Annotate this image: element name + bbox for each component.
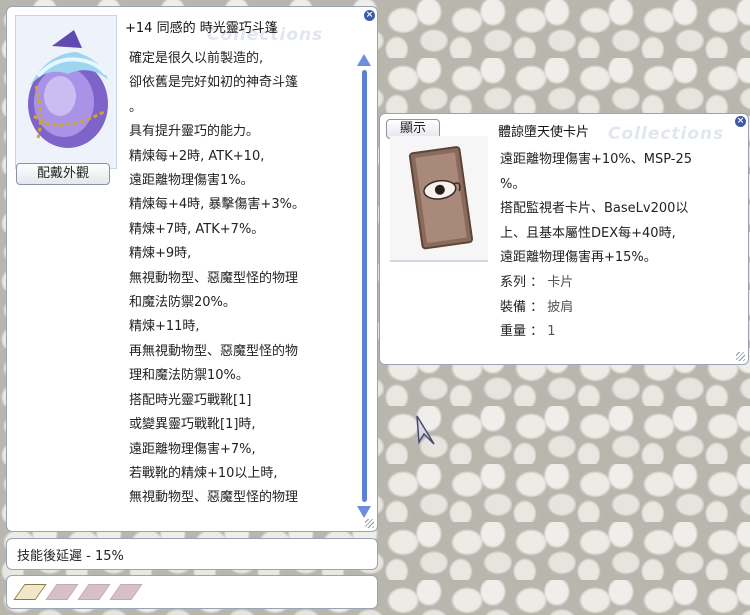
extra-effect-panel: 技能後延遲 - 15% xyxy=(6,538,378,570)
description-line: 精煉+9時, xyxy=(129,246,192,262)
description-line: 確定是很久以前製造的, xyxy=(129,51,264,66)
description-line: 精煉每+2時, ATK+10, xyxy=(129,148,265,164)
property-label: 系列 xyxy=(500,274,527,290)
property-value: 卡片 xyxy=(547,274,574,290)
description-line: 搭配監視者卡片、BaseLv200以 xyxy=(500,201,689,217)
property-row: 重量 ： 1 xyxy=(500,324,556,340)
empty-slot[interactable] xyxy=(77,584,111,600)
description-line: 卻依舊是完好如初的神奇斗篷 xyxy=(129,75,299,91)
cloak-icon xyxy=(28,30,108,148)
description-line: 。 xyxy=(129,99,143,115)
close-icon[interactable]: × xyxy=(735,116,746,127)
scroll-down-icon[interactable] xyxy=(357,506,371,518)
card-info-window: Collections 顯示 體諒墮天使卡片 × 遠距離物理傷害+10%、MSP… xyxy=(379,113,749,365)
description-line: 上、且基本屬性DEX每+40時, xyxy=(500,225,676,241)
description-line: 遠距離物理傷害+10%、MSP-25 xyxy=(500,152,693,167)
description-line: 精煉+11時, xyxy=(129,319,200,335)
property-value: 1 xyxy=(547,324,556,340)
description-line: 搭配時光靈巧戰靴[1] xyxy=(129,392,252,408)
description-line: 精煉每+4時, 暴擊傷害+3%。 xyxy=(129,197,305,213)
card-description: 遠距離物理傷害+10%、MSP-25 %。 搭配監視者卡片、BaseLv200以… xyxy=(500,148,738,345)
card-title: 體諒墮天使卡片 xyxy=(498,125,590,140)
card-icon xyxy=(408,146,474,250)
resize-handle[interactable] xyxy=(365,519,374,528)
scroll-thumb[interactable] xyxy=(362,70,367,502)
description-line: 再無視動物型、惡魔型怪的物 xyxy=(129,343,299,359)
watermark-text: Collections xyxy=(608,124,725,144)
description-line: 無視動物型、惡魔型怪的物理 xyxy=(129,270,299,286)
description-line: 遠距離物理傷害再+15%。 xyxy=(500,250,657,266)
description-line: 具有提升靈巧的能力。 xyxy=(129,124,260,140)
item-description: 確定是很久以前製造的, 卻依舊是完好如初的神奇斗篷 。 具有提升靈巧的能力。 精… xyxy=(129,47,347,513)
extra-effect-text: 技能後延遲 - 15% xyxy=(17,549,124,564)
description-line: 理和魔法防禦10%。 xyxy=(129,368,249,384)
mouse-cursor-icon xyxy=(416,415,435,445)
description-line: 精煉+7時, ATK+7%。 xyxy=(129,221,265,237)
description-line: 和魔法防禦20%。 xyxy=(129,295,236,311)
appearance-button[interactable]: 配戴外觀 xyxy=(16,163,110,185)
property-row: 系列 ： 卡片 xyxy=(500,274,574,290)
property-row: 裝備 ： 披肩 xyxy=(500,299,574,315)
filled-slot-card-icon[interactable] xyxy=(13,584,47,600)
property-value: 披肩 xyxy=(547,299,574,315)
description-line: 或變異靈巧戰靴[1]時, xyxy=(129,417,256,433)
item-title: +14 同感的 時光靈巧斗篷 xyxy=(125,21,278,36)
empty-slot[interactable] xyxy=(109,584,143,600)
scrollbar[interactable] xyxy=(356,52,372,522)
property-label: 重量 xyxy=(500,324,527,340)
card-slots-panel xyxy=(6,575,378,609)
scroll-up-icon[interactable] xyxy=(357,54,371,66)
description-line: %。 xyxy=(500,176,526,192)
description-line: 若戰靴的精煉+10以上時, xyxy=(129,465,278,481)
description-line: 遠距離物理傷害1%。 xyxy=(129,173,254,189)
resize-handle[interactable] xyxy=(736,352,745,361)
empty-slot[interactable] xyxy=(45,584,79,600)
description-line: 遠距離物理傷害+7%, xyxy=(129,441,256,457)
card-image xyxy=(390,136,488,262)
description-line: 無視動物型、惡魔型怪的物理 xyxy=(129,490,299,506)
close-icon[interactable]: × xyxy=(364,10,375,21)
item-info-window: Collections +14 同感的 時光靈巧斗篷 × 配戴外觀 確定是很久以… xyxy=(6,6,378,532)
property-label: 裝備 xyxy=(500,299,527,315)
item-image xyxy=(15,15,117,169)
